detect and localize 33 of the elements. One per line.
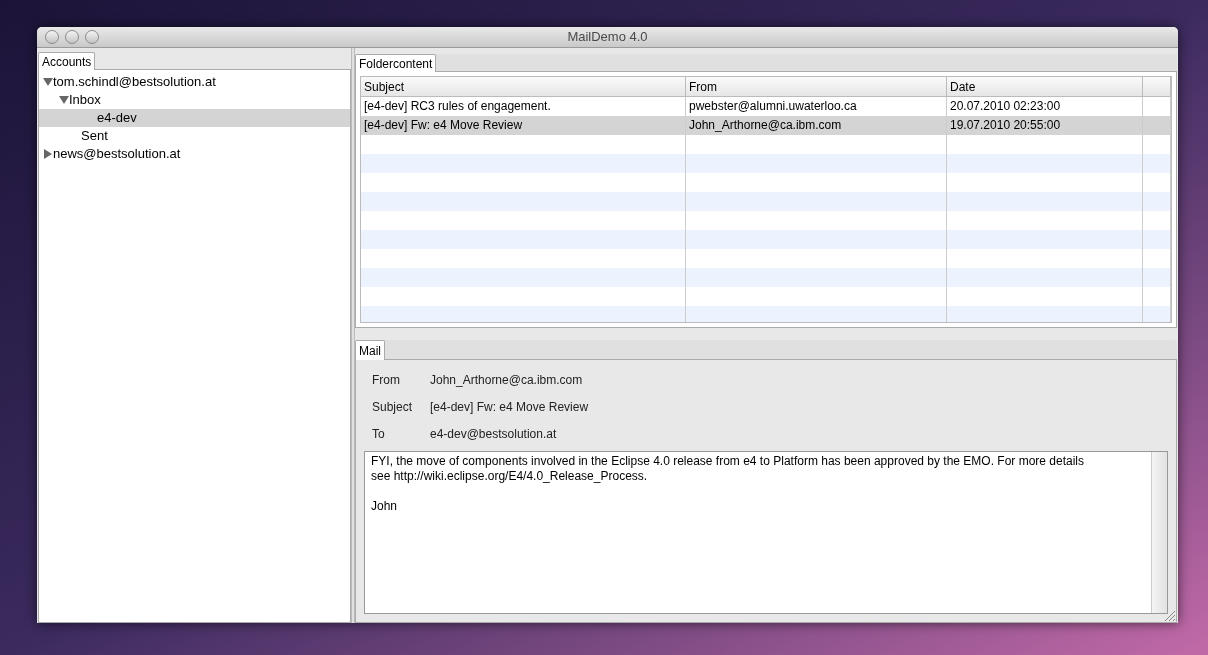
accounts-tab[interactable]: Accounts	[38, 52, 96, 70]
mail-paragraph: John	[371, 499, 399, 514]
tree-item-label: Sent	[81, 127, 108, 146]
tree-item[interactable]: e4-dev	[39, 109, 350, 127]
column-header[interactable]: Subject	[361, 77, 686, 96]
zoom-button[interactable]	[85, 30, 99, 44]
window-title: MailDemo 4.0	[567, 28, 648, 47]
field-label: Subject	[372, 398, 414, 416]
scrollbar[interactable]	[1151, 452, 1167, 613]
field-label: From	[372, 371, 401, 389]
mail-tab[interactable]: Mail	[355, 340, 385, 360]
field-value: [e4-dev] Fw: e4 Move Review	[430, 398, 589, 416]
tree-item-label: news@bestsolution.at	[53, 145, 181, 164]
tree-item[interactable]: Sent	[39, 127, 350, 145]
tree-item[interactable]: news@bestsolution.at	[39, 145, 350, 163]
tree-item-label: tom.schindl@bestsolution.at	[53, 73, 216, 92]
tree-item[interactable]: tom.schindl@bestsolution.at	[39, 73, 350, 91]
resize-grip-icon[interactable]	[1162, 608, 1176, 622]
tree-item[interactable]: Inbox	[39, 91, 350, 109]
message-row[interactable]: [e4-dev] RC3 rules of engagement. pwebster@alumni.uwaterloo.ca 20.07.2010 02:23:00	[361, 97, 1171, 116]
close-button[interactable]	[45, 30, 59, 44]
mail-paragraph: FYI, the move of components involved in the Eclipse 4.0 release from e4 to Platform has been approved by the EMO. For more details see http://wiki.eclipse.org/E4/4.0_Release_Process.	[371, 454, 1086, 484]
collapsed-triangle-icon[interactable]	[43, 149, 53, 159]
message-row[interactable]: [e4-dev] Fw: e4 Move Review John_Arthorne@ca.ibm.com 19.07.2010 20:55:00	[361, 116, 1171, 135]
minimize-button[interactable]	[65, 30, 79, 44]
field-value: e4-dev@bestsolution.at	[430, 425, 557, 443]
column-header[interactable]: Date	[947, 77, 1143, 96]
column-header[interactable]: From	[686, 77, 947, 96]
field-value: John_Arthorne@ca.ibm.com	[430, 371, 583, 389]
tree-item-label: Inbox	[69, 91, 101, 110]
tree-item-label: e4-dev	[97, 109, 137, 128]
field-label: To	[372, 425, 386, 443]
foldercontent-tab[interactable]: Foldercontent	[355, 54, 437, 72]
